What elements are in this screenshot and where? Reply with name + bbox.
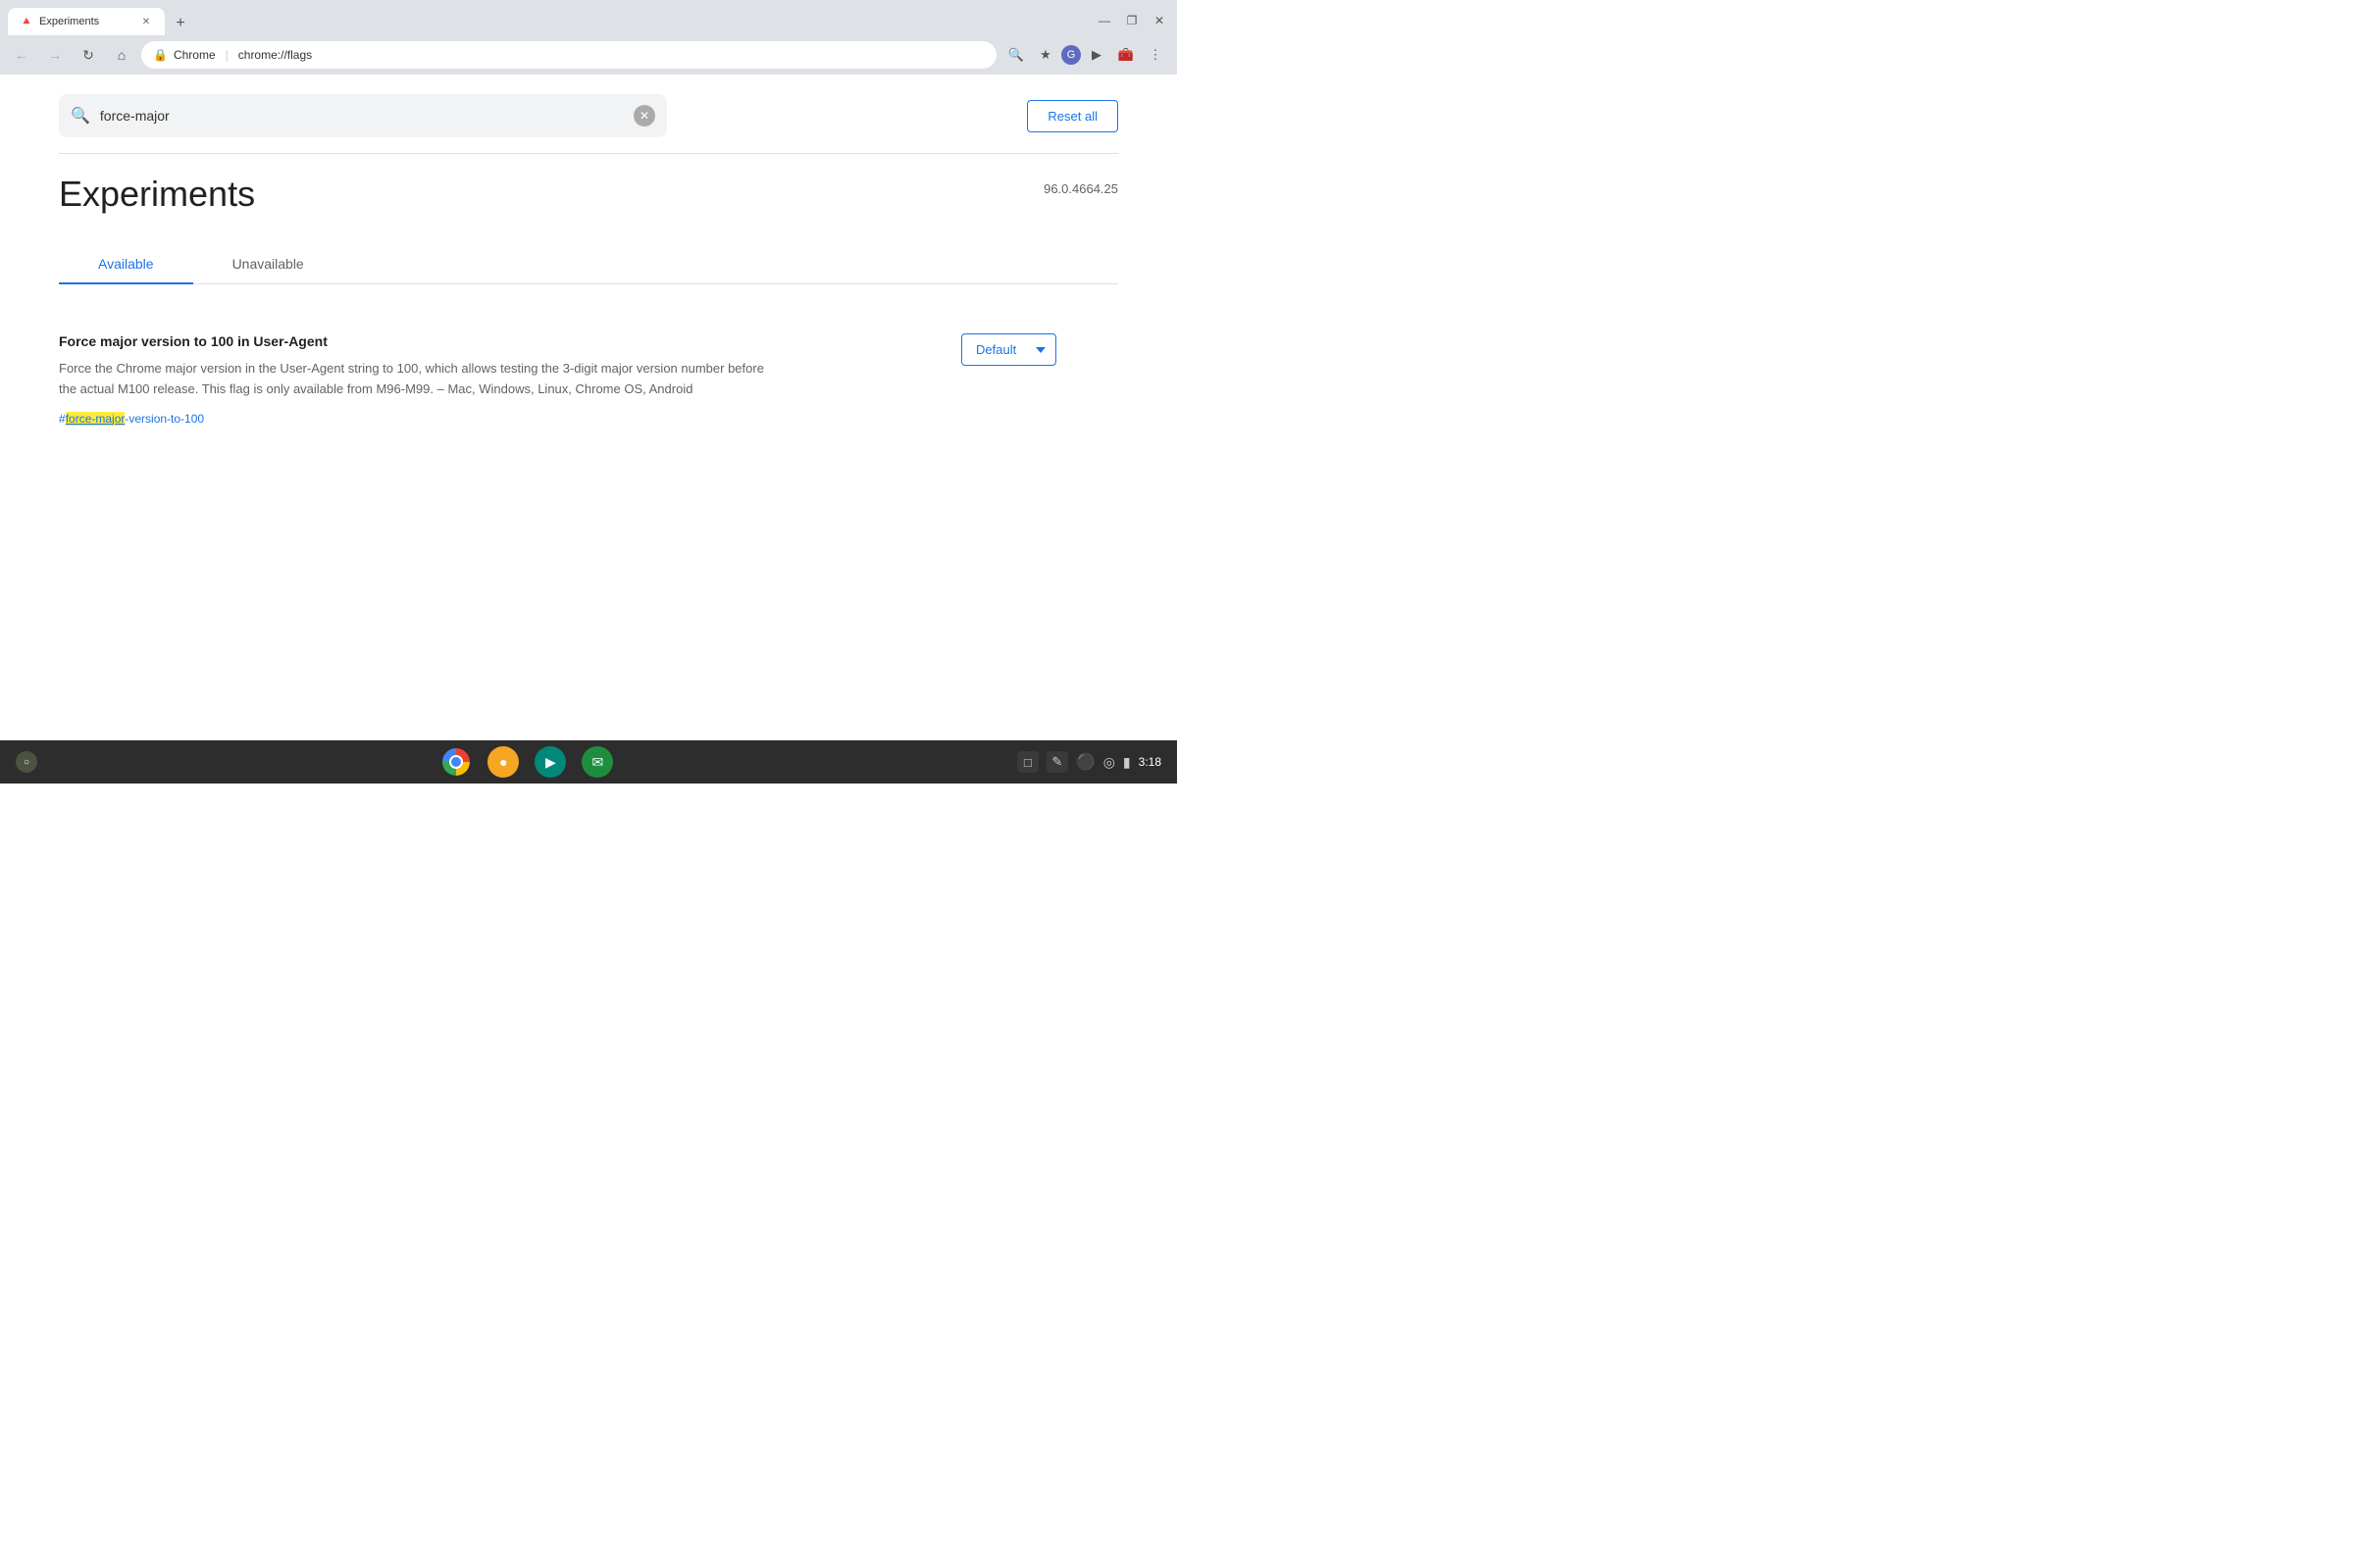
address-separator: | xyxy=(226,48,229,62)
meet-app-icon: ▶ xyxy=(545,754,556,771)
search-area: 🔍 ✕ Reset all xyxy=(0,75,1177,137)
tab-title: Experiments xyxy=(39,16,133,27)
taskbar-yellow-app[interactable]: ● xyxy=(487,746,519,778)
yellow-app-icon: ● xyxy=(499,754,507,770)
screenshot-icon[interactable]: □ xyxy=(1017,751,1039,773)
flag-control: Default Enabled Disabled xyxy=(961,333,1118,366)
launcher-icon[interactable]: ○ xyxy=(16,751,37,773)
browser-frame: 🔺 Experiments ✕ + — ❐ ✕ ← → ↻ ⌂ 🔒 Chrome… xyxy=(0,0,1177,784)
new-tab-button[interactable]: + xyxy=(169,12,192,35)
search-input[interactable] xyxy=(100,108,624,124)
tabs-row: Available Unavailable xyxy=(59,244,1118,284)
address-bar[interactable]: 🔒 Chrome | chrome://flags xyxy=(141,41,997,69)
minimize-button[interactable]: — xyxy=(1091,10,1118,31)
forward-button[interactable]: → xyxy=(41,41,69,69)
address-bar-row: ← → ↻ ⌂ 🔒 Chrome | chrome://flags 🔍 ★ G … xyxy=(0,35,1177,75)
flag-description: Force the Chrome major version in the Us… xyxy=(59,359,765,400)
security-icon: 🔒 xyxy=(153,48,168,62)
address-origin: Chrome xyxy=(174,48,216,62)
taskbar-left: ○ xyxy=(16,751,37,773)
reset-all-button[interactable]: Reset all xyxy=(1027,100,1118,132)
taskbar-right: □ ✎ ⚫ ◎ ▮ 3:18 xyxy=(1017,751,1161,773)
active-tab[interactable]: 🔺 Experiments ✕ xyxy=(8,8,165,35)
flag-entry: Force major version to 100 in User-Agent… xyxy=(59,314,1118,447)
flag-title: Force major version to 100 in User-Agent xyxy=(59,333,765,349)
search-clear-button[interactable]: ✕ xyxy=(634,105,655,126)
chrome-logo-icon xyxy=(442,748,470,776)
toolbar-icons: 🔍 ★ G ▶ 🧰 ⋮ xyxy=(1002,41,1169,69)
flag-info: Force major version to 100 in User-Agent… xyxy=(59,333,765,428)
profile-icon[interactable]: G xyxy=(1061,45,1081,65)
cast-icon[interactable]: ▶ xyxy=(1083,41,1110,69)
window-controls: — ❐ ✕ xyxy=(1091,10,1177,35)
extensions-icon[interactable]: 🧰 xyxy=(1112,41,1140,69)
taskbar: ○ ● ▶ ✉ □ ✎ ⚫ ◎ ▮ 3: xyxy=(0,740,1177,784)
back-button[interactable]: ← xyxy=(8,41,35,69)
tab-available[interactable]: Available xyxy=(59,244,193,283)
search-icon: 🔍 xyxy=(71,106,90,126)
bookmark-icon[interactable]: ★ xyxy=(1032,41,1059,69)
tab-favicon: 🔺 xyxy=(20,15,33,28)
notification-badge[interactable]: ⚫ xyxy=(1076,752,1096,772)
flag-link-suffix: -version-to-100 xyxy=(125,412,204,426)
main-section: Experiments 96.0.4664.25 Available Unava… xyxy=(0,154,1177,467)
close-button[interactable]: ✕ xyxy=(1146,10,1173,31)
taskbar-meet-app[interactable]: ▶ xyxy=(535,746,566,778)
flag-select[interactable]: Default Enabled Disabled xyxy=(961,333,1056,366)
version-text: 96.0.4664.25 xyxy=(1044,181,1118,196)
search-box: 🔍 ✕ xyxy=(59,94,667,137)
tab-bar: 🔺 Experiments ✕ + — ❐ ✕ xyxy=(0,0,1177,35)
tab-close-button[interactable]: ✕ xyxy=(139,15,153,28)
address-url: chrome://flags xyxy=(238,48,312,62)
more-menu-icon[interactable]: ⋮ xyxy=(1142,41,1169,69)
reload-button[interactable]: ↻ xyxy=(75,41,102,69)
chat-app-icon: ✉ xyxy=(592,754,604,771)
taskbar-chat-app[interactable]: ✉ xyxy=(582,746,613,778)
battery-icon[interactable]: ▮ xyxy=(1123,754,1131,771)
page-content: 🔍 ✕ Reset all Experiments 96.0.4664.25 A… xyxy=(0,75,1177,740)
tab-unavailable[interactable]: Unavailable xyxy=(193,244,343,283)
stylus-icon[interactable]: ✎ xyxy=(1047,751,1068,773)
page-title: Experiments xyxy=(59,174,255,215)
flag-link[interactable]: #force-major-version-to-100 xyxy=(59,412,204,426)
wifi-icon[interactable]: ◎ xyxy=(1103,754,1115,771)
taskbar-center: ● ▶ ✉ xyxy=(37,746,1017,778)
search-toolbar-icon[interactable]: 🔍 xyxy=(1002,41,1030,69)
taskbar-time: 3:18 xyxy=(1139,755,1161,769)
flag-link-highlight: force-major xyxy=(66,412,126,426)
maximize-button[interactable]: ❐ xyxy=(1118,10,1146,31)
experiments-header: Experiments 96.0.4664.25 xyxy=(59,174,1118,215)
taskbar-chrome-app[interactable] xyxy=(440,746,472,778)
home-button[interactable]: ⌂ xyxy=(108,41,135,69)
flag-link-prefix: # xyxy=(59,412,66,426)
